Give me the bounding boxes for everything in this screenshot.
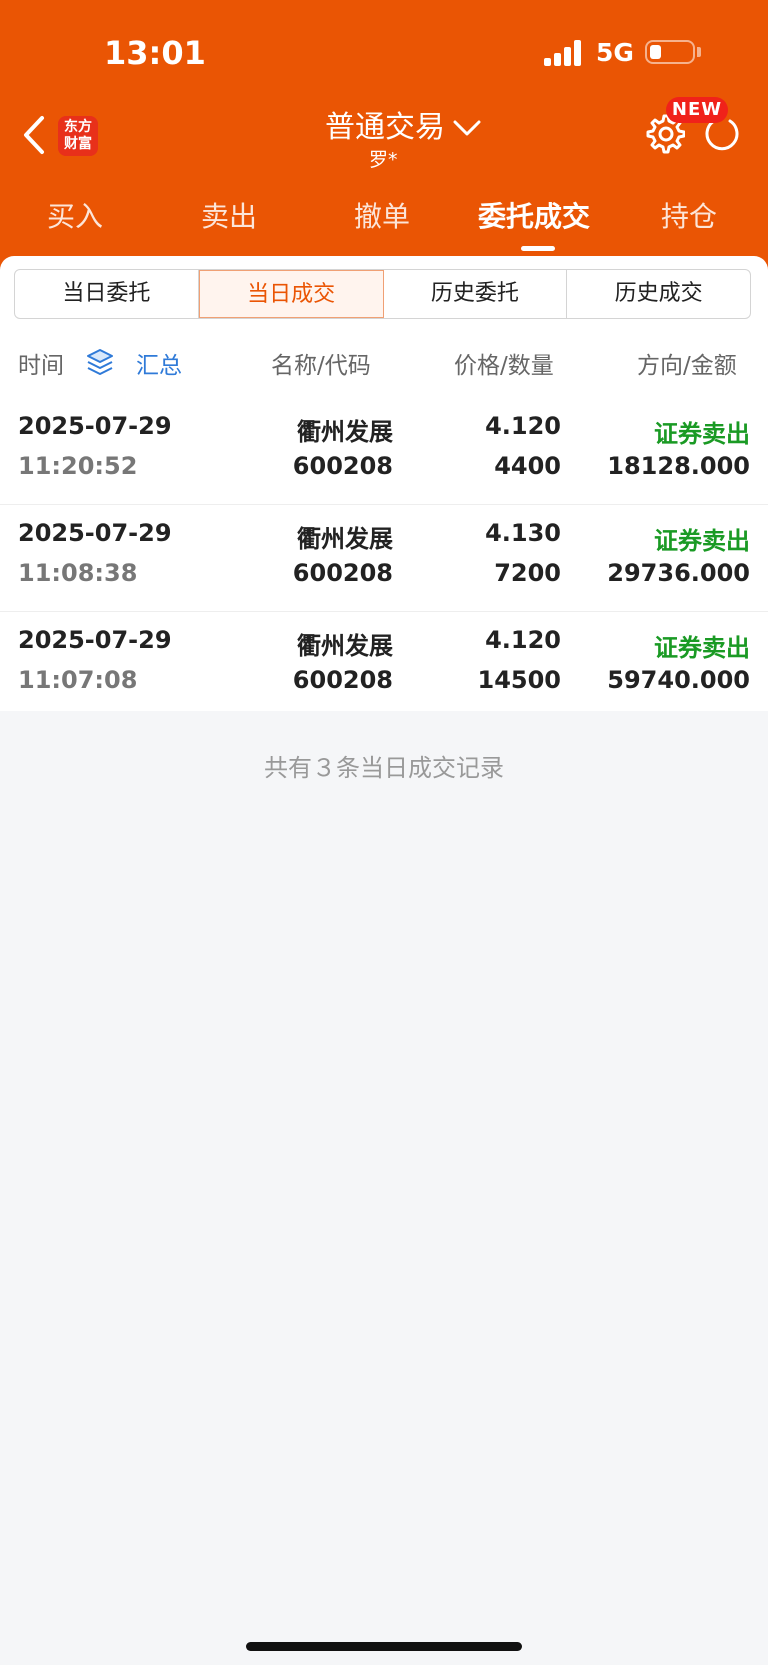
segment-today-trades[interactable]: 当日成交 [198,270,384,318]
trade-price: 4.130 [485,519,561,547]
trade-date: 2025-07-29 [18,519,172,547]
active-tab-indicator [521,246,555,251]
trade-price: 4.120 [485,626,561,654]
trade-time: 11:20:52 [18,452,138,480]
trade-time: 11:08:38 [18,559,138,587]
tab-orders-trades[interactable]: 委托成交 [478,195,590,235]
stock-name: 衢州发展 [297,525,393,553]
network-label: 5G [596,38,634,67]
trade-quantity: 4400 [494,452,561,480]
trade-direction: 证券卖出 [654,634,750,662]
table-row[interactable]: 2025-07-29 11:08:38 衢州发展 600208 4.130 72… [0,504,768,612]
signal-icon [544,40,586,66]
table-row[interactable]: 2025-07-29 11:07:08 衢州发展 600208 4.120 14… [0,611,768,718]
home-indicator[interactable] [246,1642,522,1651]
tab-positions[interactable]: 持仓 [661,195,717,235]
app-header: 13:01 5G 东方 财富 普通交易 罗* NEW 买入 卖出 撤单 委托成交… [0,0,768,270]
page-title[interactable]: 普通交易 [325,102,445,146]
trade-amount: 29736.000 [607,559,750,587]
record-count-note: 共有３条当日成交记录 [264,754,504,782]
stock-code: 600208 [292,666,393,694]
trade-direction: 证券卖出 [654,420,750,448]
column-time: 时间 [18,353,64,379]
battery-icon [645,40,695,64]
trade-list-panel: 当日委托 当日成交 历史委托 历史成交 时间 汇总 名称/代码 价格/数量 方向… [0,256,768,711]
chevron-down-icon[interactable] [452,118,482,138]
back-icon[interactable] [20,112,50,158]
trade-price: 4.120 [485,412,561,440]
trade-amount: 18128.000 [607,452,750,480]
segment-history-orders[interactable]: 历史委托 [384,270,568,318]
trade-direction: 证券卖出 [654,527,750,555]
column-price-qty: 价格/数量 [454,353,554,379]
tab-sell[interactable]: 卖出 [201,195,257,235]
segment-control: 当日委托 当日成交 历史委托 历史成交 [14,269,751,319]
trade-quantity: 7200 [494,559,561,587]
trade-date: 2025-07-29 [18,412,172,440]
column-name-code: 名称/代码 [271,353,371,379]
trade-date: 2025-07-29 [18,626,172,654]
tab-buy[interactable]: 买入 [47,195,103,235]
new-badge: NEW [666,97,728,123]
status-time: 13:01 [104,34,206,72]
segment-history-trades[interactable]: 历史成交 [567,270,750,318]
main-tabs: 买入 卖出 撤单 委托成交 持仓 [0,195,768,245]
summary-link[interactable]: 汇总 [136,346,182,380]
column-direction-amount: 方向/金额 [637,353,737,379]
segment-today-orders[interactable]: 当日委托 [15,270,199,318]
stock-name: 衢州发展 [297,418,393,446]
table-row[interactable]: 2025-07-29 11:20:52 衢州发展 600208 4.120 44… [0,397,768,505]
stock-code: 600208 [292,559,393,587]
stock-code: 600208 [292,452,393,480]
trade-time: 11:07:08 [18,666,138,694]
trade-quantity: 14500 [477,666,562,694]
stock-name: 衢州发展 [297,632,393,660]
tab-cancel[interactable]: 撤单 [354,195,410,235]
trade-amount: 59740.000 [607,666,750,694]
app-logo[interactable]: 东方 财富 [58,116,98,156]
layers-icon[interactable] [85,347,115,377]
account-name: 罗* [369,149,398,171]
